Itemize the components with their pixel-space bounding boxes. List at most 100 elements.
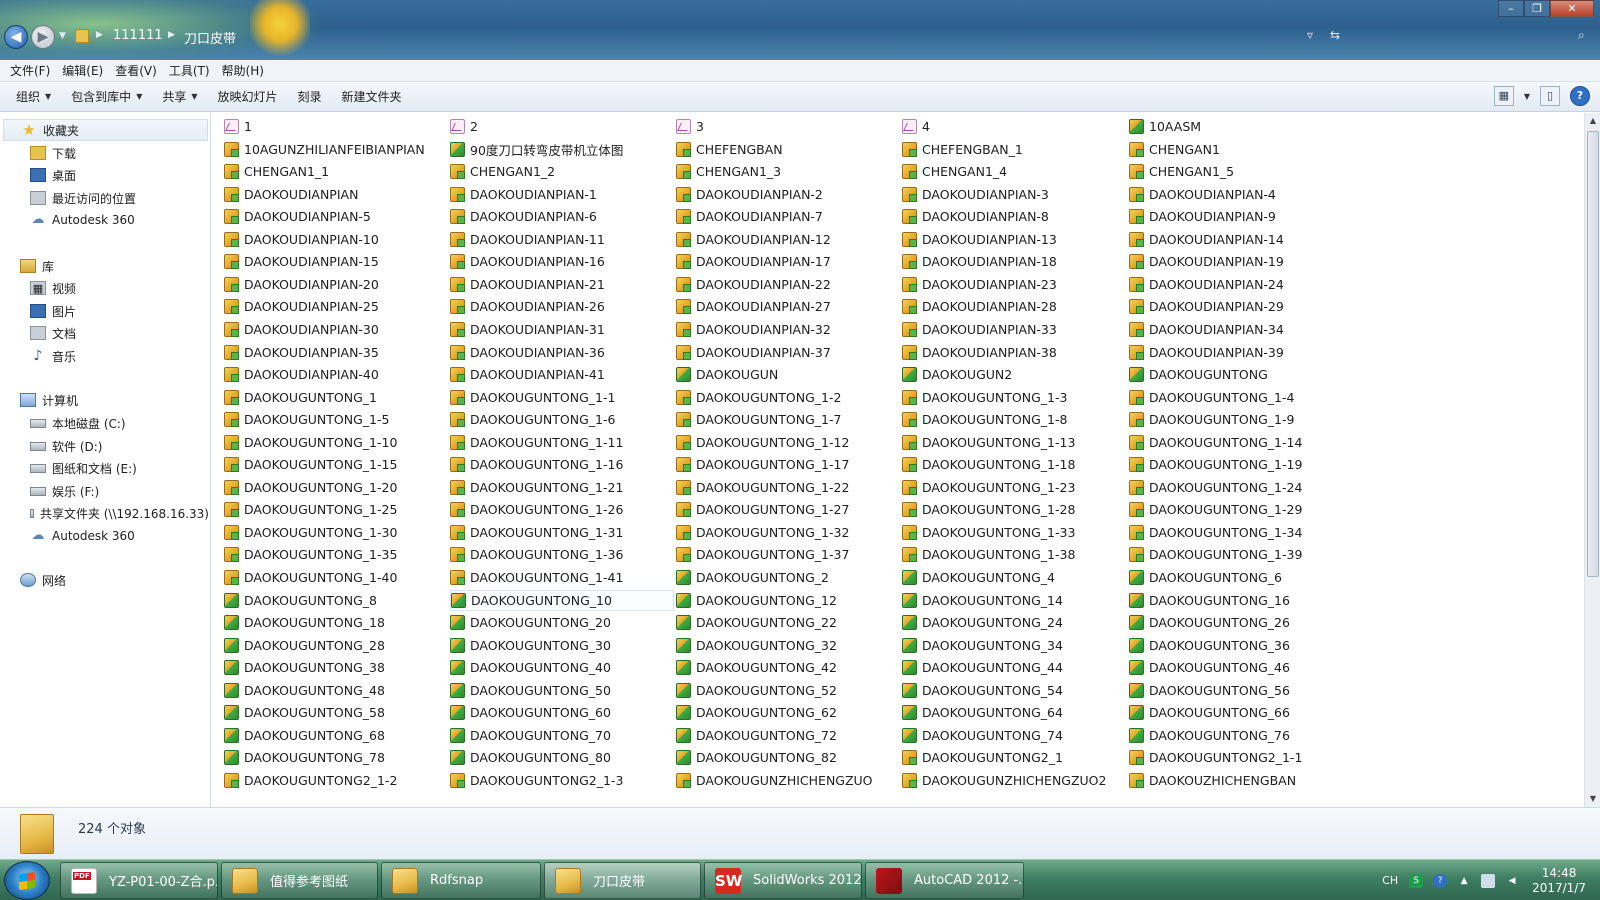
file-item[interactable]: DAOKOUGUNTONG_26 (1129, 612, 1290, 633)
nav-item-autodesk-360-drive[interactable]: ☁ Autodesk 360 (0, 525, 209, 547)
file-item[interactable]: DAOKOUDIANPIAN-39 (1129, 342, 1284, 363)
menu-help[interactable]: 帮助(H) (216, 62, 270, 79)
file-item[interactable]: DAOKOUGUNTONG_1-28 (902, 499, 1075, 520)
file-item[interactable]: DAOKOUGUNTONG_18 (224, 612, 385, 633)
file-item[interactable]: DAOKOUGUN2 (902, 364, 1012, 385)
file-item[interactable]: CHENGAN1_3 (676, 161, 781, 182)
file-item[interactable]: DAOKOUGUNTONG_1-38 (902, 544, 1075, 565)
file-item[interactable]: DAOKOUGUNTONG_16 (1129, 590, 1290, 611)
file-item[interactable]: DAOKOUGUNTONG_34 (902, 635, 1063, 656)
file-item[interactable]: DAOKOUGUNTONG_1-34 (1129, 522, 1302, 543)
file-item[interactable]: DAOKOUGUNTONG_28 (224, 635, 385, 656)
breadcrumb-segment-1[interactable]: 111111 (113, 28, 163, 43)
nav-item-drive-d[interactable]: 软件 (D:) (0, 435, 209, 457)
nav-item-downloads[interactable]: 下载 (0, 142, 209, 164)
file-item[interactable]: DAOKOUDIANPIAN-38 (902, 342, 1057, 363)
file-item[interactable]: DAOKOUGUNTONG_1-39 (1129, 544, 1302, 565)
nav-network[interactable]: 网络 (0, 569, 209, 591)
file-item[interactable]: DAOKOUGUNTONG_52 (676, 680, 837, 701)
include-in-library-button[interactable]: 包含到库中 ▼ (63, 88, 150, 105)
vertical-scrollbar[interactable]: ▲ ▼ (1584, 113, 1600, 807)
file-item[interactable]: 10AGUNZHILIANFEIBIANPIAN (224, 139, 425, 160)
file-item[interactable]: DAOKOUDIANPIAN-9 (1129, 206, 1276, 227)
file-item[interactable]: 10AASM (1129, 116, 1201, 137)
nav-item-drive-f[interactable]: 娱乐 (F:) (0, 480, 209, 502)
file-item[interactable]: DAOKOUGUNTONG_30 (450, 635, 611, 656)
menu-view[interactable]: 查看(V) (109, 62, 163, 79)
nav-item-drive-e[interactable]: 图纸和文档 (E:) (0, 457, 209, 479)
file-item[interactable]: 3 (676, 116, 704, 137)
file-item[interactable]: DAOKOUGUNTONG_58 (224, 702, 385, 723)
file-item[interactable]: DAOKOUDIANPIAN-15 (224, 251, 379, 272)
file-item[interactable]: DAOKOUGUNZHICHENGZUO2 (902, 770, 1106, 791)
network-status-icon[interactable] (1481, 873, 1496, 888)
file-item[interactable]: DAOKOUGUNTONG_1-17 (676, 454, 849, 475)
file-item[interactable]: DAOKOUGUNTONG_24 (902, 612, 1063, 633)
nav-item-network-share[interactable]: 共享文件夹 (\\192.168.16.33) (0, 502, 209, 524)
file-item[interactable]: DAOKOUGUNTONG_1-23 (902, 477, 1075, 498)
file-item[interactable]: DAOKOUGUNTONG2_1 (902, 747, 1063, 768)
file-item[interactable]: CHENGAN1 (1129, 139, 1220, 160)
file-item[interactable]: DAOKOUDIANPIAN-35 (224, 342, 379, 363)
file-item[interactable]: DAOKOUGUNTONG_66 (1129, 702, 1290, 723)
file-item[interactable]: DAOKOUGUNTONG_1-1 (450, 387, 615, 408)
nav-computer[interactable]: 计算机 (0, 389, 209, 411)
address-dropdown-icon[interactable]: ▿ (1307, 28, 1313, 42)
file-item[interactable]: DAOKOUGUNTONG_1-36 (450, 544, 623, 565)
file-item[interactable]: DAOKOUGUNTONG_36 (1129, 635, 1290, 656)
file-item[interactable]: CHENGAN1_2 (450, 161, 555, 182)
taskbar-button[interactable]: YZ-P01-00-Z合.p... (60, 862, 218, 899)
slideshow-button[interactable]: 放映幻灯片 (210, 88, 286, 105)
taskbar-button[interactable]: 刀口皮带 (544, 862, 701, 899)
file-item[interactable]: DAOKOUGUNTONG_68 (224, 725, 385, 746)
organize-button[interactable]: 组织 ▼ (8, 88, 59, 105)
file-item[interactable]: DAOKOUDIANPIAN-7 (676, 206, 823, 227)
scrollbar-thumb[interactable] (1587, 131, 1599, 577)
file-item[interactable]: DAOKOUDIANPIAN-30 (224, 319, 379, 340)
file-item[interactable]: DAOKOUGUNTONG_6 (1129, 567, 1282, 588)
file-item[interactable]: DAOKOUGUNTONG_80 (450, 747, 611, 768)
file-item[interactable]: DAOKOUGUNTONG_1-31 (450, 522, 623, 543)
file-item[interactable]: DAOKOUDIANPIAN-8 (902, 206, 1049, 227)
file-item[interactable]: DAOKOUDIANPIAN-3 (902, 184, 1049, 205)
file-item[interactable]: DAOKOUDIANPIAN-18 (902, 251, 1057, 272)
file-item[interactable]: DAOKOUGUNTONG_72 (676, 725, 837, 746)
file-item[interactable]: DAOKOUGUNTONG_1-24 (1129, 477, 1302, 498)
file-item[interactable]: DAOKOUDIANPIAN-41 (450, 364, 605, 385)
file-item[interactable]: DAOKOUDIANPIAN (224, 184, 358, 205)
file-item[interactable]: DAOKOUGUNTONG_1-13 (902, 432, 1075, 453)
file-item[interactable]: DAOKOUGUNTONG_50 (450, 680, 611, 701)
file-item[interactable]: DAOKOUGUNTONG_38 (224, 657, 385, 678)
file-item[interactable]: DAOKOUDIANPIAN-5 (224, 206, 371, 227)
breadcrumb-separator-icon[interactable]: ▶ (96, 30, 103, 40)
scroll-down-icon[interactable]: ▼ (1585, 791, 1600, 807)
start-button[interactable] (4, 861, 50, 900)
file-item[interactable]: DAOKOUGUNTONG_1-18 (902, 454, 1075, 475)
file-item[interactable]: 2 (450, 116, 478, 137)
nav-item-music[interactable]: ♪ 音乐 (0, 345, 209, 367)
scroll-up-icon[interactable]: ▲ (1585, 113, 1600, 129)
file-item[interactable]: DAOKOUGUNTONG_1-40 (224, 567, 397, 588)
file-item[interactable]: DAOKOUGUNTONG_1-37 (676, 544, 849, 565)
sogou-input-icon[interactable]: S (1409, 873, 1424, 888)
file-item[interactable]: DAOKOUGUNTONG_1-20 (224, 477, 397, 498)
nav-item-drive-c[interactable]: 本地磁盘 (C:) (0, 412, 209, 434)
file-item[interactable]: DAOKOUGUNTONG_1-29 (1129, 499, 1302, 520)
file-item[interactable]: DAOKOUZHICHENGBAN (1129, 770, 1296, 791)
file-item[interactable]: DAOKOUGUNTONG2_1-2 (224, 770, 397, 791)
file-item[interactable]: DAOKOUGUNTONG_1-30 (224, 522, 397, 543)
file-item[interactable]: DAOKOUGUNTONG_1-16 (450, 454, 623, 475)
file-item[interactable]: DAOKOUDIANPIAN-23 (902, 274, 1057, 295)
file-item[interactable]: DAOKOUGUNTONG_60 (450, 702, 611, 723)
file-item[interactable]: DAOKOUGUNTONG_1-41 (450, 567, 623, 588)
back-arrow-icon[interactable]: ◀ (4, 25, 28, 49)
file-item[interactable]: DAOKOUDIANPIAN-37 (676, 342, 831, 363)
file-item[interactable]: CHEFENGBAN_1 (902, 139, 1023, 160)
file-item[interactable]: DAOKOUGUNTONG_62 (676, 702, 837, 723)
file-item[interactable]: DAOKOUGUNTONG_20 (450, 612, 611, 633)
file-item[interactable]: DAOKOUDIANPIAN-25 (224, 296, 379, 317)
menu-edit[interactable]: 编辑(E) (56, 62, 109, 79)
file-item[interactable]: DAOKOUGUNTONG_1-2 (676, 387, 841, 408)
file-item[interactable]: DAOKOUGUNTONG_1-14 (1129, 432, 1302, 453)
file-item[interactable]: DAOKOUGUNTONG2_1-1 (1129, 747, 1302, 768)
